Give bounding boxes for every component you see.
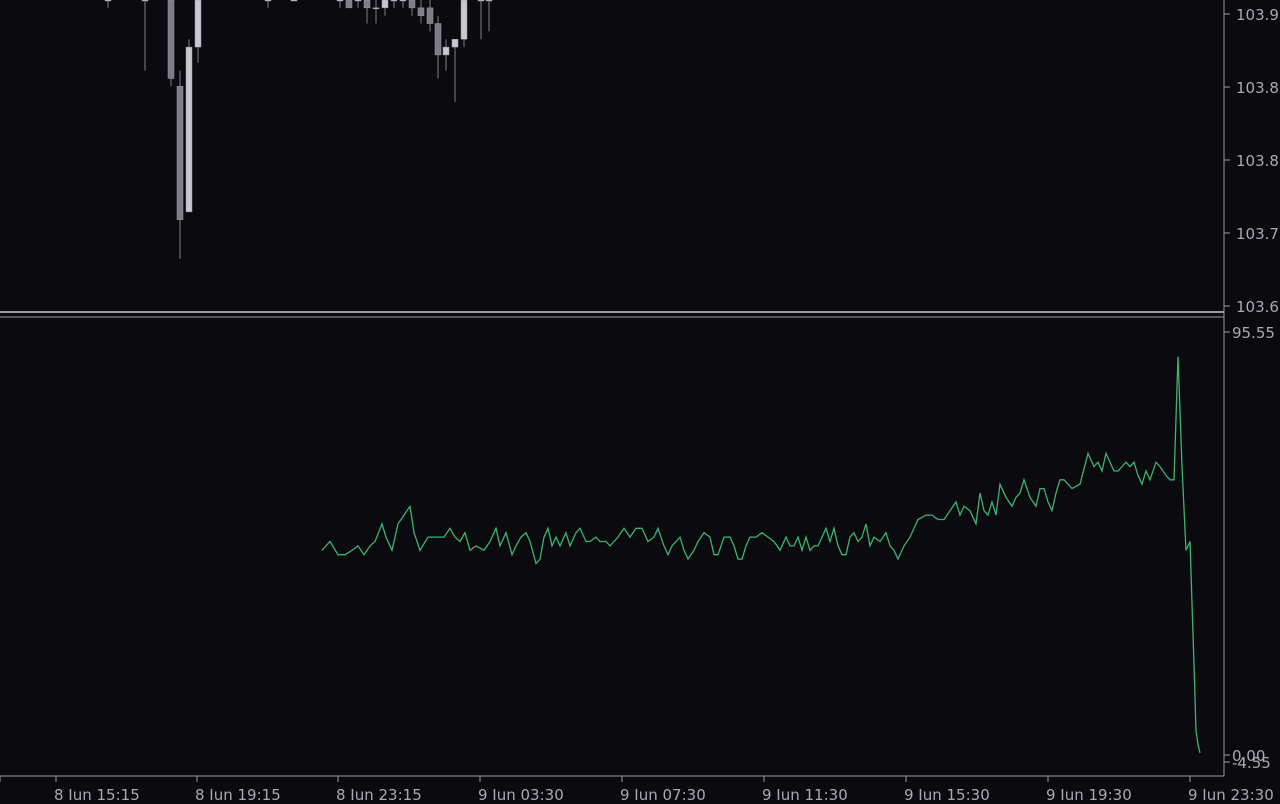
candle-body	[408, 0, 416, 9]
candle-body	[363, 0, 371, 9]
candle-body	[399, 0, 407, 2]
time-tick-label: 8 Jun 19:15	[195, 786, 281, 800]
candle-body	[104, 0, 112, 2]
price-tick-label: 103.9	[1236, 6, 1279, 24]
candle-body	[290, 0, 298, 2]
indicator-tick-label: -4.55	[1232, 754, 1271, 772]
candle-body	[167, 0, 175, 79]
candle-body	[185, 46, 193, 213]
time-tick-label: 9 Jun 11:30	[762, 786, 848, 800]
price-tick-label: 103.7	[1236, 225, 1279, 243]
candle-body	[477, 0, 485, 2]
time-tick-label: 9 Jun 19:30	[1046, 786, 1132, 800]
candle-body	[442, 46, 450, 56]
candle	[290, 0, 298, 2]
indicator-tick-label: 95.55	[1232, 324, 1275, 342]
candle-body	[434, 23, 442, 56]
time-tick-label: 9 Jun 15:30	[904, 786, 990, 800]
time-tick-label: 9 Jun 07:30	[620, 786, 706, 800]
chart-canvas[interactable]: 103.9103.8103.8103.7103.6 95.550.00-4.55…	[0, 0, 1280, 804]
candle-body	[485, 0, 493, 2]
candle-body	[390, 0, 398, 2]
candle-body	[194, 0, 202, 48]
candle	[167, 0, 175, 87]
price-tick-label: 103.6	[1236, 298, 1279, 316]
candle-body	[345, 0, 353, 9]
time-tick-label: 9 Jun 03:30	[478, 786, 564, 800]
candle-body	[417, 7, 425, 16]
candle-body	[336, 0, 344, 2]
candle-body	[451, 38, 459, 48]
candle-body	[460, 0, 468, 40]
candle-body	[381, 0, 389, 9]
price-tick-label: 103.8	[1236, 79, 1279, 97]
candle-body	[141, 0, 149, 2]
time-tick-label: 9 Jun 23:30	[1188, 786, 1274, 800]
candle	[345, 0, 353, 9]
candle-body	[354, 0, 362, 2]
candle	[185, 39, 193, 213]
price-tick-label: 103.8	[1236, 152, 1279, 170]
candle-body	[176, 86, 184, 220]
time-tick-label: 8 Jun 15:15	[54, 786, 140, 800]
candle-body	[426, 7, 434, 24]
candle-body	[264, 0, 272, 2]
chart-window[interactable]: 103.9 103.8 103.8 103.7 103.6 95.55 0.00 -4.55…	[0, 0, 1280, 804]
time-tick-label: 8 Jun 23:15	[336, 786, 422, 800]
candle-body	[372, 7, 380, 10]
